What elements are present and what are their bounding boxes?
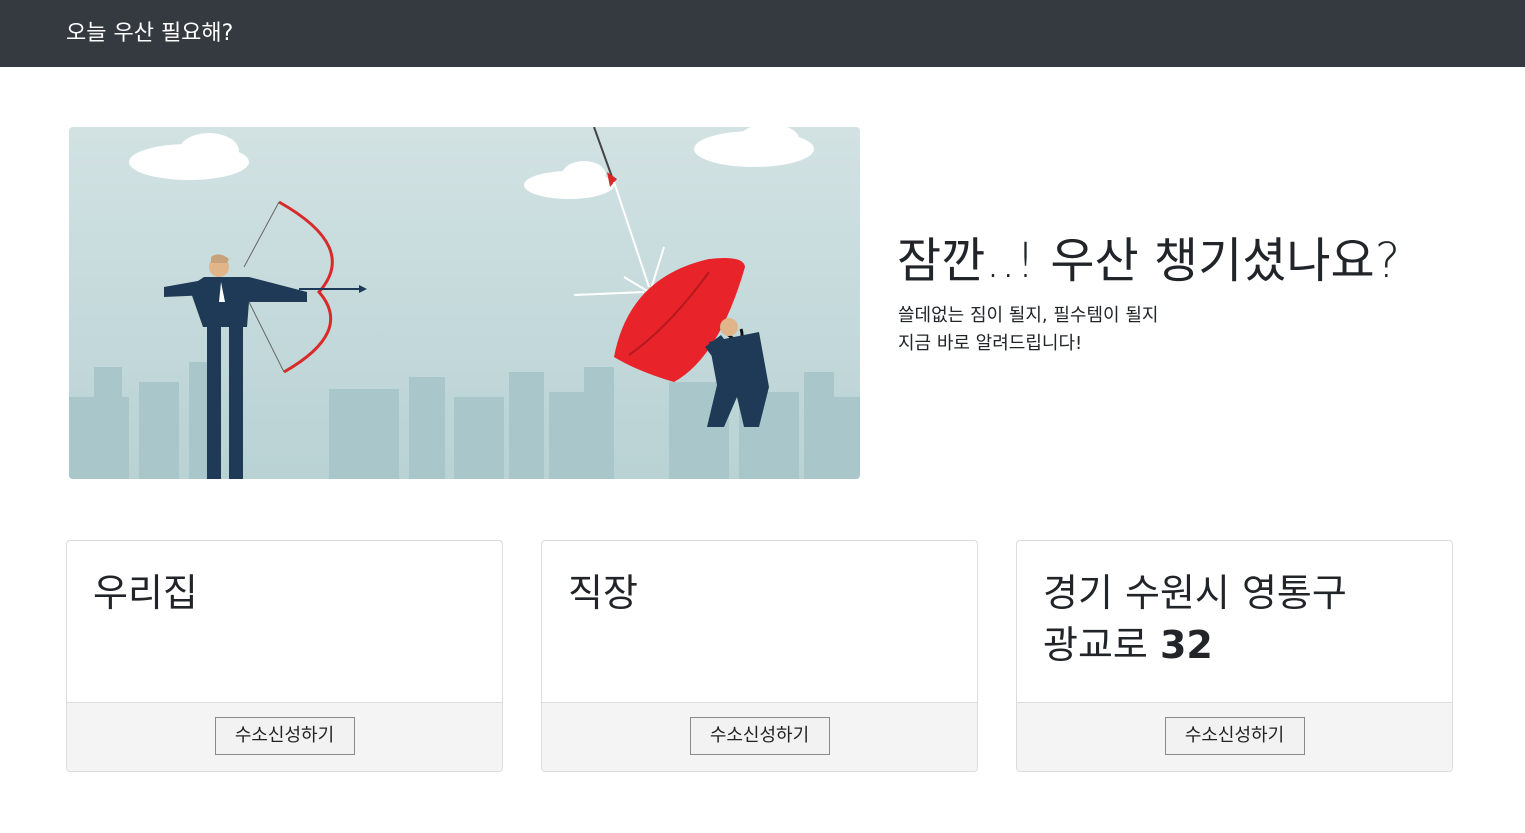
card-body: 경기 수원시 영통구 광교로 32 [1017,541,1452,702]
top-navbar: 오늘 우산 필요해? [0,0,1525,67]
brand-title[interactable]: 오늘 우산 필요해? [66,18,233,50]
hero-subtitle-line-1: 쓸데없는 짐이 될지, 필수템이 될지 [898,305,1159,326]
hero-illustration [69,127,860,479]
hero-subtitle-line-2: 지금 바로 알려드립니다! [898,333,1083,354]
card-footer: 수소신성하기 [542,702,977,771]
card-title: 경기 수원시 영통구 광교로 32 [1043,567,1432,671]
card-title: 직장 [568,571,638,615]
card-title: 우리집 [93,571,198,615]
card-title-line-2: 광교로 32 [1043,619,1432,671]
card-body: 우리집 [67,541,502,702]
edit-location-button[interactable]: 수소신성하기 [689,717,830,755]
card-title-street: 광교로 [1043,623,1160,667]
edit-location-button[interactable]: 수소신성하기 [1164,717,1305,755]
location-card-address: 경기 수원시 영통구 광교로 32 수소신성하기 [1016,540,1453,772]
edit-location-button[interactable]: 수소신성하기 [214,717,355,755]
hero-subtitle: 쓸데없는 짐이 될지, 필수템이 될지 지금 바로 알려드립니다! [898,302,1158,358]
location-card-work: 직장 수소신성하기 [541,540,978,772]
location-card-home: 우리집 수소신성하기 [66,540,503,772]
card-title-number: 32 [1159,623,1213,667]
hero-headline: 잠깐..! 우산 챙기셨나요? [897,233,1401,289]
card-body: 직장 [542,541,977,702]
card-footer: 수소신성하기 [1017,702,1452,771]
card-footer: 수소신성하기 [67,702,502,771]
card-title-line-1: 경기 수원시 영통구 [1043,571,1347,615]
